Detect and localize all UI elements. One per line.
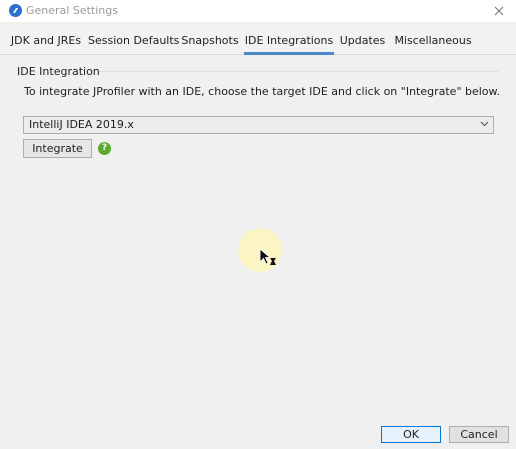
- integration-description: To integrate JProfiler with an IDE, choo…: [24, 85, 501, 98]
- help-icon[interactable]: ?: [98, 142, 111, 155]
- tab-bar: JDK and JREs Session Defaults Snapshots …: [0, 29, 516, 55]
- section-divider: [99, 71, 499, 72]
- integrate-button[interactable]: Integrate: [23, 139, 92, 158]
- busy-cursor-icon: [259, 248, 276, 265]
- tab-jdk-and-jres[interactable]: JDK and JREs: [9, 29, 83, 55]
- tab-ide-integrations[interactable]: IDE Integrations: [244, 29, 334, 55]
- close-icon: [494, 6, 504, 16]
- tab-session-defaults[interactable]: Session Defaults: [88, 29, 179, 55]
- chevron-down-icon: [480, 121, 489, 127]
- tab-updates[interactable]: Updates: [338, 29, 387, 55]
- close-button[interactable]: [486, 0, 512, 22]
- window-title: General Settings: [26, 4, 118, 17]
- ide-select-dropdown[interactable]: IntelliJ IDEA 2019.x: [23, 116, 494, 134]
- title-bar: General Settings: [0, 0, 516, 22]
- tab-miscellaneous[interactable]: Miscellaneous: [392, 29, 474, 55]
- jprofiler-app-icon: [9, 4, 22, 17]
- cancel-button[interactable]: Cancel: [449, 426, 509, 443]
- ok-button[interactable]: OK: [381, 426, 441, 443]
- section-title: IDE Integration: [17, 65, 100, 78]
- tab-snapshots[interactable]: Snapshots: [180, 29, 240, 55]
- ide-select-value: IntelliJ IDEA 2019.x: [29, 118, 134, 131]
